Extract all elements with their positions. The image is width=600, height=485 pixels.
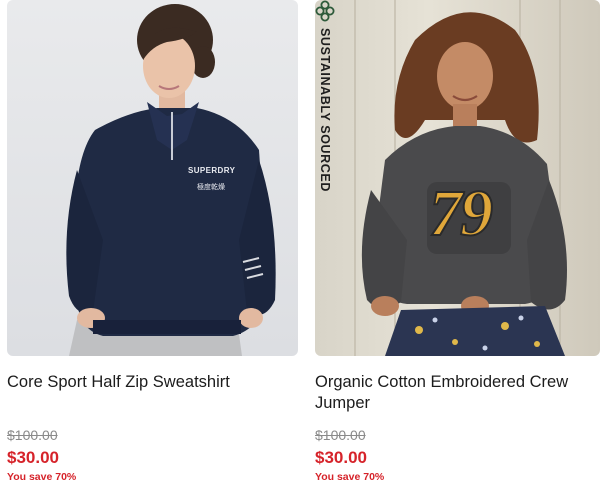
original-price: $100.00 — [7, 427, 58, 443]
product-card-organic-cotton[interactable]: 79 SUSTAINABLY SOURCED Organic Cotton Em… — [315, 0, 600, 483]
product-name[interactable]: Organic Cotton Embroidered Crew Jumper — [315, 372, 600, 414]
sale-price: $30.00 — [7, 448, 59, 467]
chest-logo-text: SUPERDRY — [188, 166, 236, 175]
savings-text: You save 70% — [7, 471, 77, 483]
product-card-core-sport[interactable]: SUPERDRY 極度乾燥 Core Sport Half Zip Sweats… — [7, 0, 298, 483]
product-image-organic-cotton[interactable]: 79 SUSTAINABLY SOURCED — [315, 0, 600, 356]
model-photo-navy-sweatshirt — [66, 4, 276, 356]
product-name[interactable]: Core Sport Half Zip Sweatshirt — [7, 372, 298, 393]
sale-price: $30.00 — [315, 448, 367, 467]
product-image-core-sport[interactable]: SUPERDRY 極度乾燥 — [7, 0, 298, 356]
product-grid: SUPERDRY 極度乾燥 Core Sport Half Zip Sweats… — [0, 0, 600, 485]
leaf-flower-icon — [315, 0, 335, 22]
sustainably-sourced-label: SUSTAINABLY SOURCED — [318, 28, 332, 192]
chest-logo-subtext: 極度乾燥 — [197, 183, 225, 191]
original-price: $100.00 — [315, 427, 366, 443]
sustainably-sourced-badge: SUSTAINABLY SOURCED — [315, 0, 341, 210]
graphic-79-text: 79 — [428, 176, 494, 251]
savings-text: You save 70% — [315, 471, 385, 483]
